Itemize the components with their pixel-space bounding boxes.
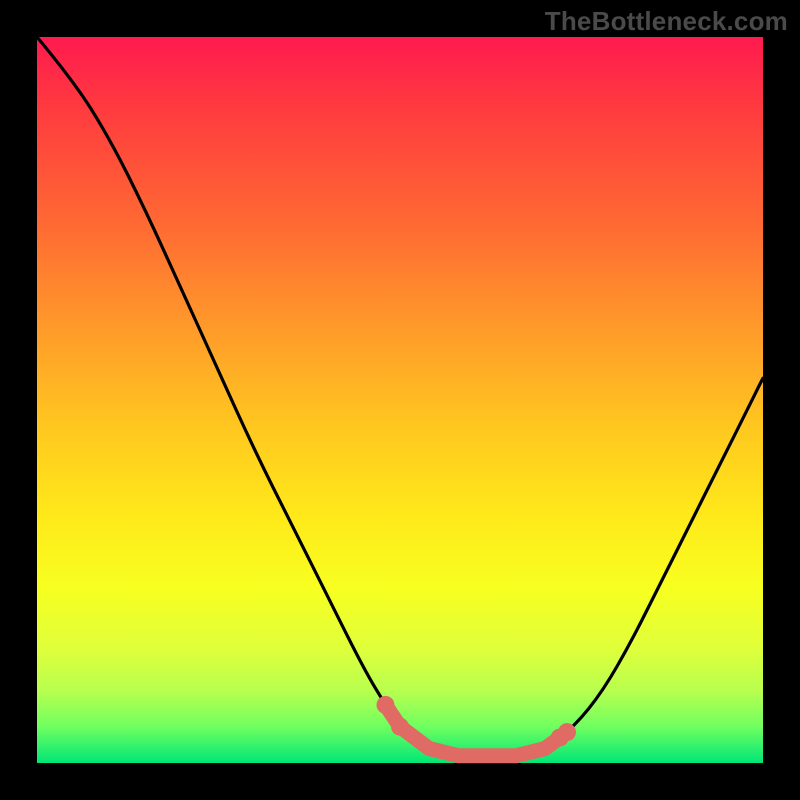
watermark-text: TheBottleneck.com	[545, 6, 788, 37]
marker-group	[377, 696, 577, 756]
chart-frame: TheBottleneck.com	[0, 0, 800, 800]
bottleneck-curve	[37, 37, 763, 756]
trough-marker-dot	[377, 696, 395, 714]
trough-highlight	[386, 705, 568, 756]
trough-marker-dot	[558, 723, 576, 741]
bottleneck-curve-svg	[37, 37, 763, 763]
curve-group	[37, 37, 763, 756]
trough-marker-dot	[391, 718, 409, 736]
plot-area	[37, 37, 763, 763]
